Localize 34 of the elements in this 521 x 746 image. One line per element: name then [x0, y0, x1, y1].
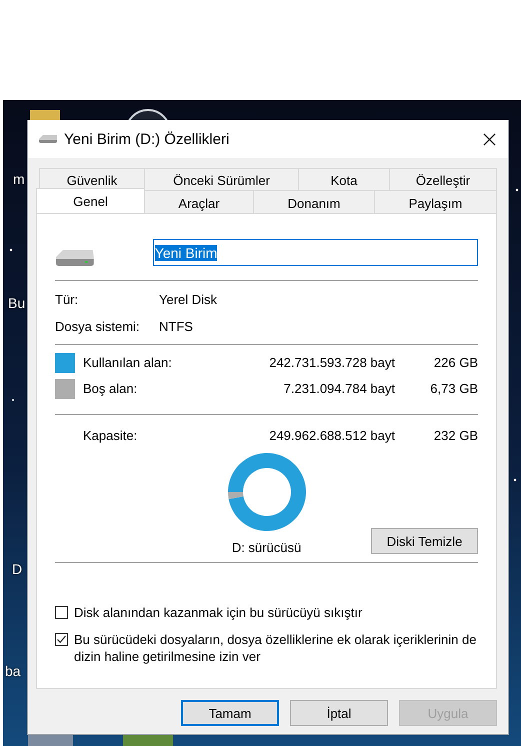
usage-label: Boş alan: [83, 380, 138, 398]
close-icon[interactable] [483, 132, 496, 146]
checkbox-label[interactable]: Disk alanından kazanmak için bu sürücüyü sıkıştır [74, 604, 478, 621]
name-field[interactable]: Yeni Birim [152, 239, 478, 266]
drive-icon [38, 134, 58, 144]
size-value: 226 GB [432, 354, 478, 372]
byte-count: 7.231.094.784 bayt [282, 380, 395, 398]
size-value: 6,73 GB [429, 380, 478, 398]
desktop-icon-label[interactable]: D [12, 561, 22, 577]
field-label: Dosya sistemi: [55, 318, 141, 336]
chart-label: D: sürücüsü [232, 539, 302, 557]
field-value: NTFS [159, 318, 194, 336]
usage-label: Kullanılan alan: [83, 354, 173, 372]
disk-cleanup-button[interactable]: Diski Temizle [371, 528, 478, 554]
desktop-icon-label[interactable]: Bu [8, 295, 26, 311]
checkbox[interactable] [55, 606, 68, 619]
tab[interactable]: Özelleştir [389, 168, 497, 191]
field-value: Yerel Disk [159, 291, 218, 309]
checkbox-label[interactable]: Bu sürücüdeki dosyaların, dosya özelliklerine ek olarak içeriklerinin de dizin haline getirilmesine izin ver [74, 631, 478, 665]
tab[interactable]: Genel [36, 188, 145, 213]
checkbox[interactable] [55, 633, 68, 646]
desktop-icon-label[interactable]: m [13, 171, 25, 187]
window-title: Yeni Birim (D:) Özellikleri [64, 130, 230, 148]
byte-count: 249.962.688.512 bayt [268, 427, 395, 445]
dialog-button[interactable]: İptal [290, 700, 388, 726]
dialog-button[interactable]: Tamam [181, 700, 279, 726]
byte-count: 242.731.593.728 bayt [268, 354, 395, 372]
drive-icon [55, 248, 95, 268]
tab[interactable]: Araçlar [144, 190, 254, 213]
size-value: 232 GB [432, 427, 478, 445]
tab[interactable]: Paylaşım [374, 190, 497, 213]
capacity-label: Kapasite: [83, 427, 138, 445]
field-label: Tür: [55, 291, 80, 309]
desktop-icon-label[interactable]: ba [5, 663, 21, 679]
